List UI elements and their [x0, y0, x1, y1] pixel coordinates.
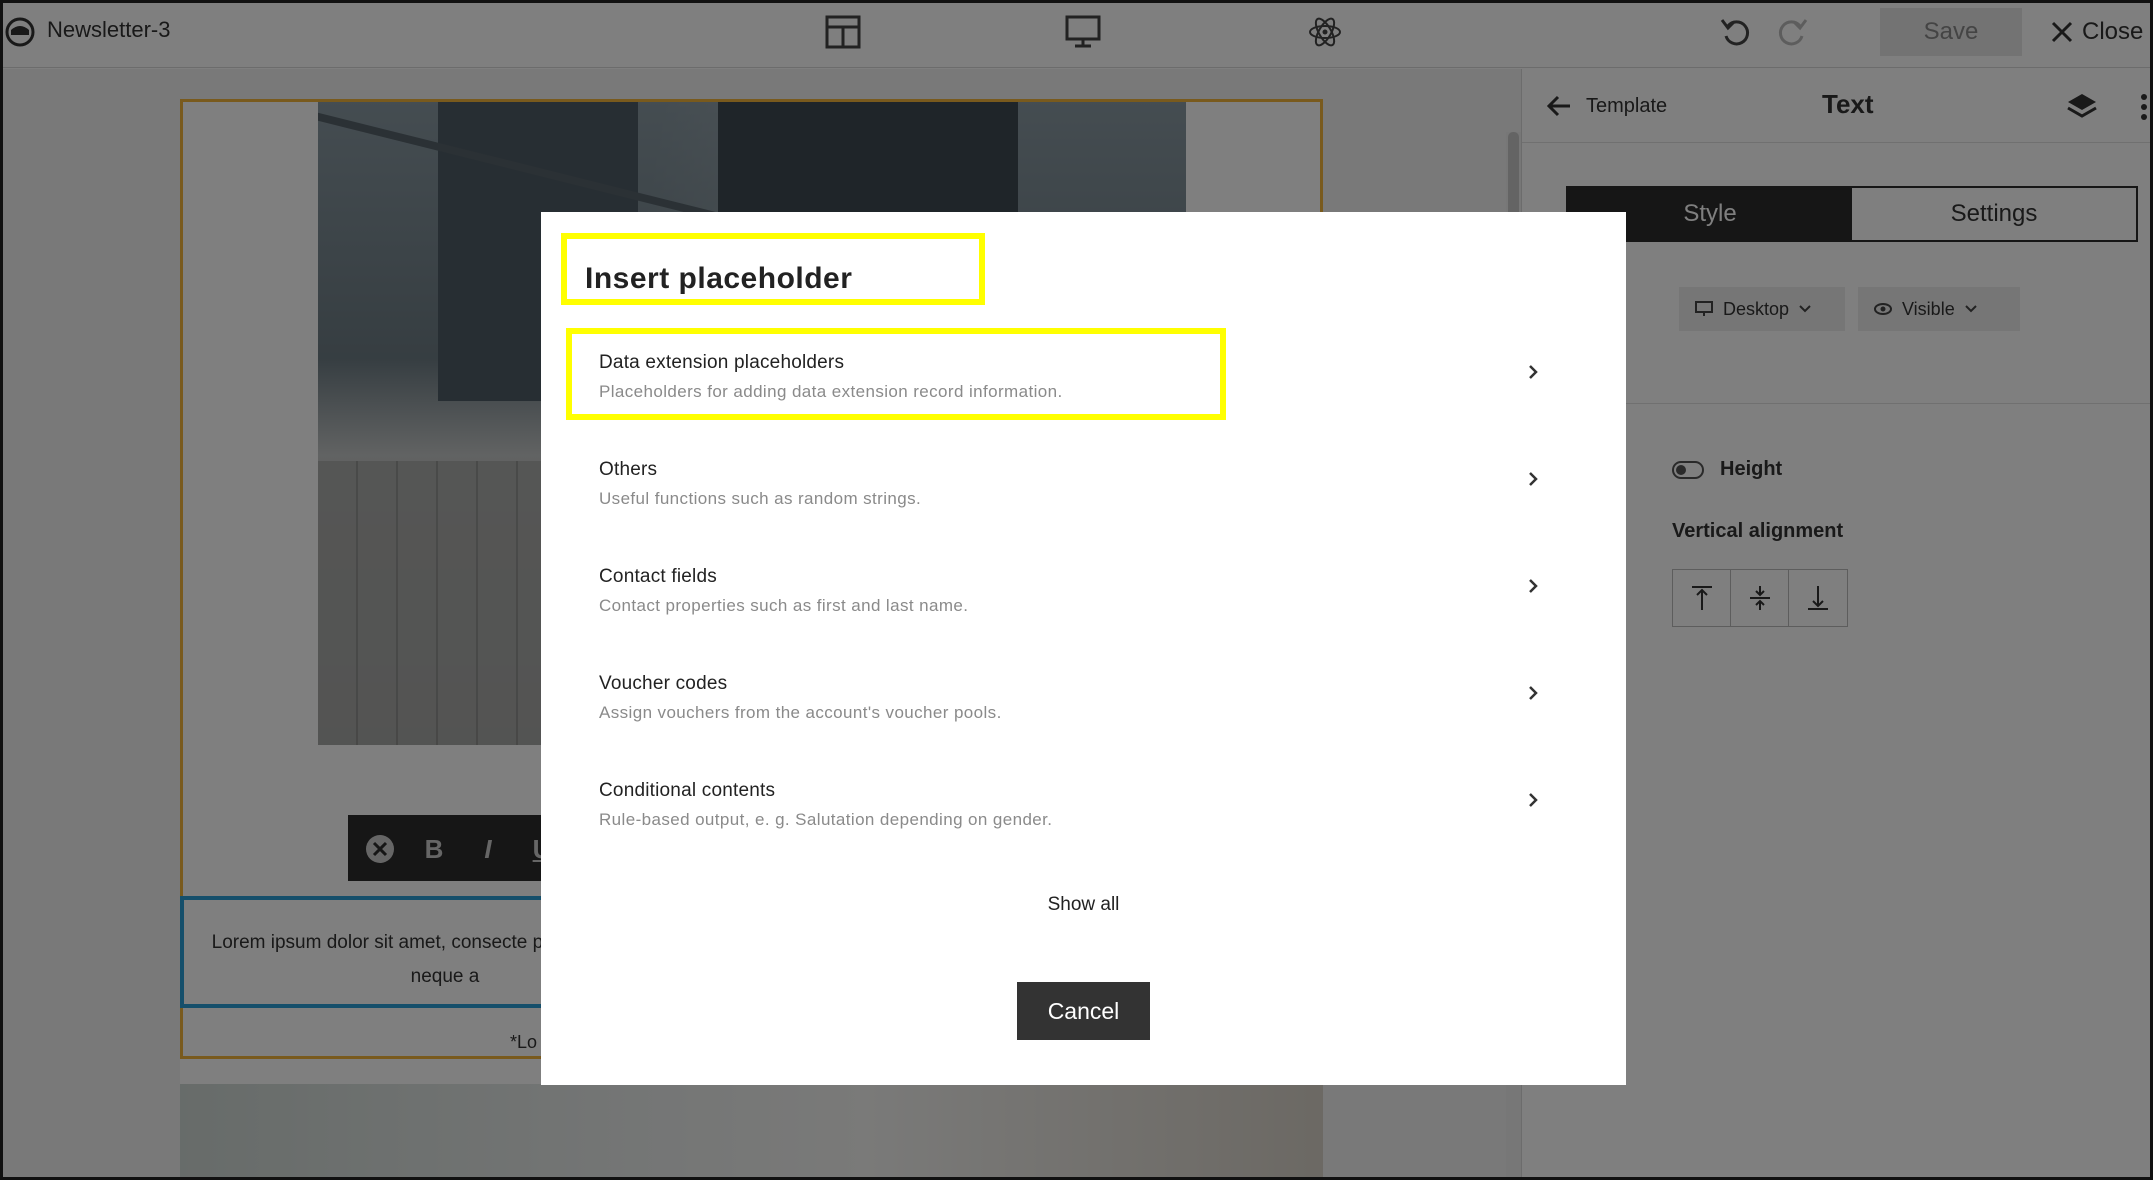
category-description: Placeholders for adding data extension r… [599, 382, 1063, 401]
placeholder-category-data-extension[interactable]: Data extension placeholders Placeholders… [541, 332, 1626, 432]
chevron-right-icon [1529, 686, 1538, 700]
chevron-right-icon [1529, 472, 1538, 486]
category-description: Contact properties such as first and las… [599, 596, 969, 615]
cancel-button[interactable]: Cancel [1017, 982, 1150, 1040]
chevron-right-icon [1529, 793, 1538, 807]
insert-placeholder-dialog: Insert placeholder Data extension placeh… [541, 212, 1626, 1085]
category-description: Useful functions such as random strings. [599, 489, 922, 508]
chevron-right-icon [1529, 579, 1538, 593]
category-label: Conditional contents [599, 780, 776, 801]
category-label: Contact fields [599, 566, 717, 587]
placeholder-category-contact-fields[interactable]: Contact fields Contact properties such a… [541, 546, 1626, 646]
category-description: Rule-based output, e. g. Salutation depe… [599, 810, 1053, 829]
chevron-right-icon [1529, 365, 1538, 379]
dialog-title: Insert placeholder [585, 262, 853, 295]
placeholder-category-conditional-contents[interactable]: Conditional contents Rule-based output, … [541, 760, 1626, 860]
category-label: Voucher codes [599, 673, 728, 694]
category-label: Data extension placeholders [599, 352, 845, 373]
placeholder-category-voucher-codes[interactable]: Voucher codes Assign vouchers from the a… [541, 653, 1626, 753]
category-label: Others [599, 459, 658, 480]
placeholder-category-others[interactable]: Others Useful functions such as random s… [541, 439, 1626, 539]
show-all-link[interactable]: Show all [541, 894, 1626, 916]
category-description: Assign vouchers from the account's vouch… [599, 703, 1002, 722]
